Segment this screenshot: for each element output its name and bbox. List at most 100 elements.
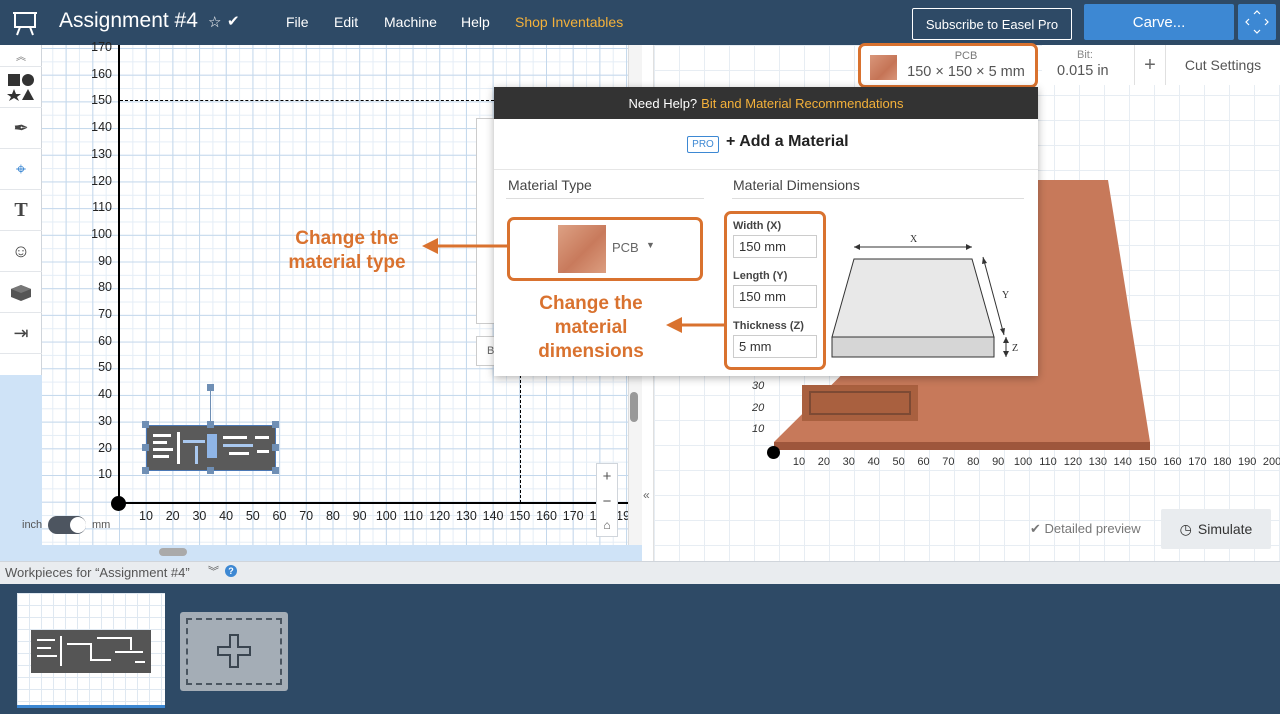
preview-x-label: 140 — [1113, 456, 1132, 468]
x-axis-label: 130 — [455, 509, 477, 523]
simulate-button[interactable]: ◷ Simulate — [1161, 509, 1271, 549]
import-icon: ⇥ — [13, 322, 29, 343]
expand-button[interactable] — [1238, 4, 1276, 40]
preview-x-label: 80 — [967, 456, 980, 468]
width-input[interactable] — [733, 235, 817, 258]
text-tool[interactable]: T — [0, 190, 42, 231]
x-axis-label: 10 — [139, 509, 153, 523]
y-axis-label: 150 — [91, 93, 112, 108]
document-title[interactable]: Assignment #4 — [59, 9, 198, 33]
origin-dot — [111, 496, 126, 511]
tool-sidebar: ︽ ✒ ⌖ T ☺ ⇥ — [0, 45, 42, 375]
rotate-handle[interactable] — [207, 384, 214, 391]
caret-down-icon[interactable]: ▼ — [646, 240, 655, 250]
import-tool[interactable]: ⇥ — [0, 313, 42, 354]
hidden-button[interactable]: B — [476, 336, 494, 366]
material-dimensions-title: Material Dimensions — [733, 177, 860, 193]
detailed-preview-toggle[interactable]: ✔ Detailed preview — [1030, 521, 1141, 537]
unit-mm-label: mm — [92, 519, 111, 531]
y-axis-label: 30 — [98, 413, 112, 428]
subscribe-button[interactable]: Subscribe to Easel Pro — [912, 8, 1072, 40]
preview-x-label: 110 — [1039, 456, 1057, 468]
cut-settings-button[interactable]: Cut Settings — [1166, 45, 1280, 85]
pcb-swatch — [558, 225, 606, 273]
menu-shop-inventables[interactable]: Shop Inventables — [515, 14, 623, 30]
easel-logo-icon[interactable] — [12, 10, 38, 36]
thickness-label: Thickness (Z) — [733, 320, 804, 332]
callout-material-type: Change the material type — [288, 228, 406, 273]
horizontal-scroll-thumb[interactable] — [159, 548, 187, 556]
resize-handle[interactable] — [272, 467, 279, 474]
x-axis-label: 90 — [352, 509, 367, 523]
unit-inch-label: inch — [22, 519, 43, 531]
pen-icon: ✒ — [13, 117, 29, 138]
clock-icon: ◷ — [1179, 520, 1192, 537]
callout-material-dimensions: Change the material dimensions — [538, 293, 644, 362]
preview-x-label: 70 — [942, 456, 955, 468]
preview-x-label: 170 — [1188, 456, 1207, 468]
shapes-tool[interactable] — [0, 67, 42, 108]
home-icon[interactable]: ⌂ — [603, 518, 610, 532]
preview-x-label: 40 — [867, 456, 880, 468]
y-axis-label: 80 — [98, 280, 112, 295]
bit-value[interactable]: 0.015 in — [1057, 63, 1109, 79]
zoom-in-icon[interactable]: + — [603, 468, 612, 485]
resize-handle[interactable] — [207, 421, 214, 428]
menu-machine[interactable]: Machine — [384, 14, 437, 30]
material-info-button[interactable]: PCB 150 × 150 × 5 mm — [858, 43, 1038, 88]
resize-handle[interactable] — [272, 444, 279, 451]
target-tool[interactable]: ⌖ — [0, 149, 42, 190]
pcb-design-object[interactable] — [146, 425, 276, 471]
divider — [506, 198, 704, 199]
x-axis-label: 140 — [482, 509, 504, 523]
smiley-icon: ☺ — [11, 240, 31, 261]
apps-tool[interactable] — [0, 272, 42, 313]
x-axis-label: 160 — [536, 509, 557, 523]
vertical-scroll-thumb[interactable] — [630, 392, 638, 422]
thickness-input[interactable] — [733, 335, 817, 358]
preview-y-label: 30 — [752, 380, 765, 392]
x-axis-label: 40 — [219, 509, 234, 523]
resize-handle[interactable] — [142, 444, 149, 451]
menu-help[interactable]: Help — [461, 14, 490, 30]
double-chevron-down-icon[interactable]: ︾ — [208, 563, 219, 579]
popup-divider — [494, 169, 1038, 170]
zoom-out-icon[interactable]: − — [603, 493, 612, 510]
material-type-title: Material Type — [508, 177, 592, 193]
resize-handle[interactable] — [207, 467, 214, 474]
recommendations-link[interactable]: Bit and Material Recommendations — [701, 96, 903, 111]
y-axis-label: 10 — [98, 467, 112, 482]
pro-badge: PRO — [687, 136, 719, 153]
x-axis-label: 20 — [165, 509, 180, 523]
resize-handle[interactable] — [142, 421, 149, 428]
icons-tool[interactable]: ☺ — [0, 231, 42, 272]
x-axis-label: 60 — [272, 509, 287, 523]
preview-y-label: 10 — [752, 423, 765, 435]
preview-x-label: 20 — [817, 456, 831, 468]
y-axis-label: 40 — [98, 387, 112, 402]
y-axis-label: 130 — [91, 146, 112, 161]
preview-x-label: 100 — [1013, 456, 1033, 468]
preview-x-label: 190 — [1238, 456, 1257, 468]
length-input[interactable] — [733, 285, 817, 308]
x-axis-label: 50 — [245, 509, 260, 523]
menu-file[interactable]: File — [286, 14, 309, 30]
material-type-value[interactable]: PCB — [612, 240, 639, 255]
star-icon[interactable]: ☆ — [208, 13, 221, 31]
carve-button[interactable]: Carve... — [1084, 4, 1234, 40]
check-icon: ✔ — [1030, 521, 1045, 536]
add-bit-button[interactable]: + — [1134, 45, 1166, 85]
pcb-material-swatch — [870, 55, 897, 80]
x-axis-label: 100 — [375, 509, 397, 523]
resize-handle[interactable] — [272, 421, 279, 428]
resize-handle[interactable] — [142, 467, 149, 474]
collapse-tools-button[interactable]: ︽ — [0, 45, 42, 67]
menu-edit[interactable]: Edit — [334, 14, 358, 30]
width-label: Width (X) — [733, 220, 782, 232]
help-icon[interactable]: ? — [225, 565, 237, 577]
pen-tool[interactable]: ✒ — [0, 108, 42, 149]
preview-x-label: 10 — [792, 456, 806, 468]
y-axis-label: 170 — [91, 40, 112, 54]
add-material-button[interactable]: + Add a Material — [726, 133, 849, 151]
y-axis-label: 90 — [98, 253, 112, 268]
